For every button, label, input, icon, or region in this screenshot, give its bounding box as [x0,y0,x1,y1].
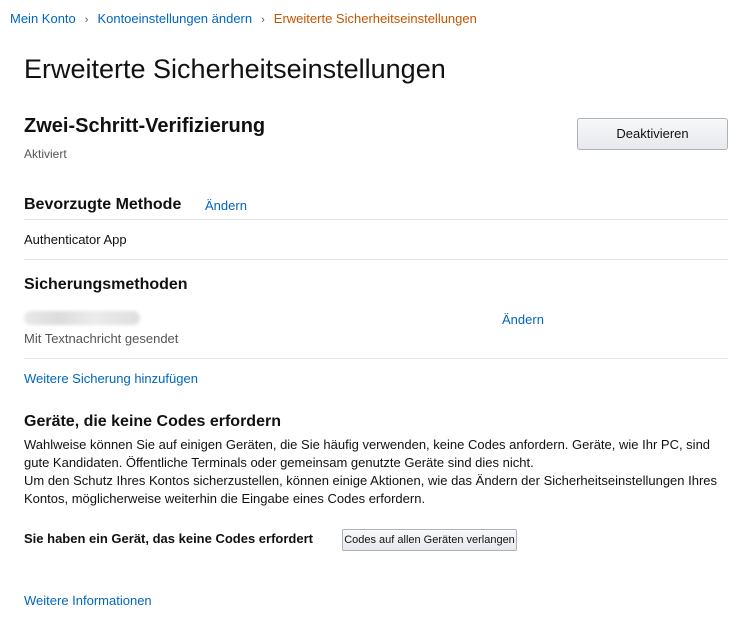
breadcrumb-item-account-settings[interactable]: Kontoeinstellungen ändern [97,11,252,26]
breadcrumb-current: Erweiterte Sicherheitseinstellungen [273,11,477,26]
breadcrumb-separator-icon: › [84,14,89,26]
divider [24,219,728,220]
divider [24,259,728,260]
divider [24,358,728,359]
more-info-link[interactable]: Weitere Informationen [24,593,152,608]
breadcrumb-separator-icon: › [261,14,265,26]
deactivate-button[interactable]: Deaktivieren [577,118,728,150]
two-step-title: Zwei-Schritt-Verifizierung [24,115,266,137]
trusted-device-status: Sie haben ein Gerät, das keine Codes erf… [24,531,313,546]
require-codes-button[interactable]: Codes auf allen Geräten verlangen [342,529,517,551]
preferred-method-value: Authenticator App [24,232,127,247]
preferred-method-change-link[interactable]: Ändern [205,198,247,213]
trusted-devices-paragraph: Wahlweise können Sie auf einigen Geräten… [24,437,711,470]
two-step-status: Aktiviert [24,147,67,161]
preferred-method-title: Bevorzugte Methode [24,196,182,213]
add-backup-link[interactable]: Weitere Sicherung hinzufügen [24,371,198,386]
breadcrumb: Mein Konto › Kontoeinstellungen ändern › Erw… [10,11,477,26]
trusted-devices-paragraph: Um den Schutz Ihres Kontos sicherzustell… [24,473,718,506]
backup-methods-title: Sicherungsmethoden [24,276,188,293]
backup-method-change-link[interactable]: Ändern [502,312,544,327]
backup-method-description: Mit Textnachricht gesendet [24,331,179,346]
trusted-devices-title: Geräte, die keine Codes erfordern [24,413,281,430]
trusted-devices-description: Wahlweise können Sie auf einigen Geräten… [24,436,728,508]
redacted-phone-number [24,311,140,325]
breadcrumb-item-my-account[interactable]: Mein Konto [10,11,76,26]
page-title: Erweiterte Sicherheitseinstellungen [24,54,446,84]
